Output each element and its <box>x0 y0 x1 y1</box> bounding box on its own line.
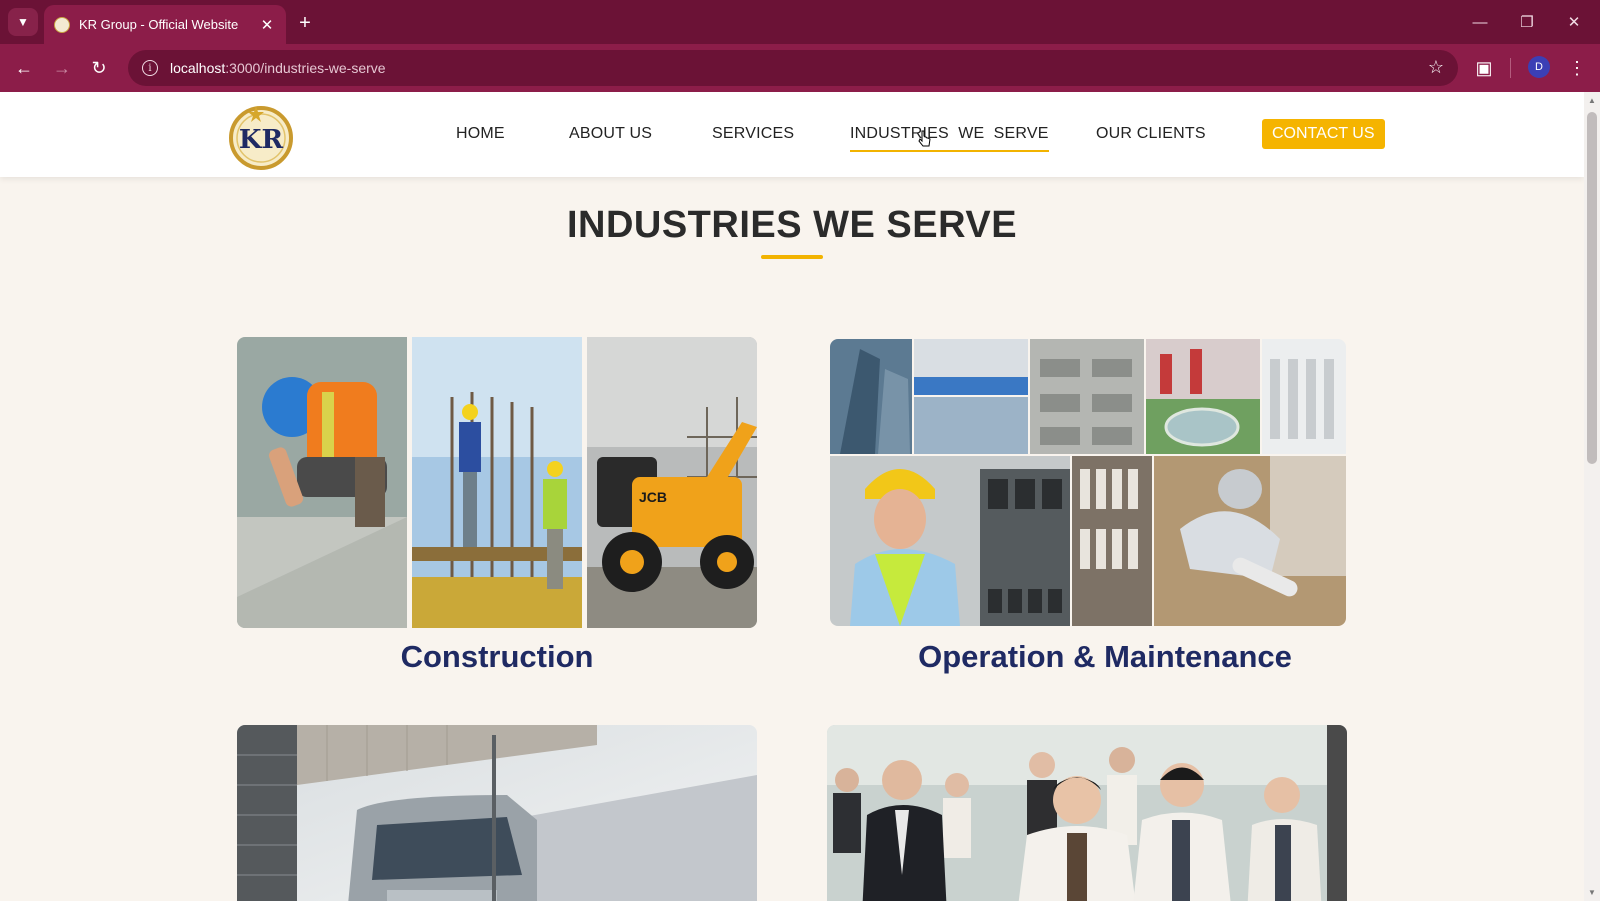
nav-about-us[interactable]: ABOUT US <box>569 125 652 143</box>
kr-logo[interactable]: KR <box>226 100 296 170</box>
nav-our-clients[interactable]: OUR CLIENTS <box>1096 125 1206 143</box>
restore-icon[interactable]: ❐ <box>1505 8 1549 36</box>
window-close-icon[interactable]: ✕ <box>1552 8 1596 36</box>
page-scrollbar[interactable]: ▲ ▼ <box>1584 92 1600 901</box>
browser-tab-bar: ▼ KR Group - Official Website ✕ + — ❐ ✕ <box>0 0 1600 44</box>
scroll-down-icon[interactable]: ▼ <box>1588 888 1596 897</box>
forward-icon[interactable]: → <box>48 54 76 82</box>
extensions-icon[interactable]: ▣ <box>1470 54 1498 82</box>
new-tab-icon[interactable]: + <box>292 10 318 36</box>
contact-us-button[interactable]: CONTACT US <box>1262 119 1385 149</box>
construction-image[interactable]: JCB <box>237 337 757 628</box>
page-viewport: KR HOME ABOUT US SERVICES INDUSTRIES WE … <box>0 92 1584 901</box>
svg-text:JCB: JCB <box>639 489 667 505</box>
nav-services[interactable]: SERVICES <box>712 125 794 143</box>
star-icon[interactable]: ☆ <box>1428 57 1444 78</box>
close-icon[interactable]: ✕ <box>258 16 276 34</box>
operation-maintenance-image[interactable] <box>830 339 1346 626</box>
browser-toolbar: ← → ↻ i localhost:3000/industries-we-ser… <box>0 44 1600 92</box>
industry-label-construction: Construction <box>400 639 594 674</box>
page-title: INDUSTRIES WE SERVE <box>566 204 1018 246</box>
minimize-icon[interactable]: — <box>1458 8 1502 36</box>
nav-industries-we-serve[interactable]: INDUSTRIES WE SERVE <box>850 125 1049 152</box>
tab-list-icon[interactable]: ▼ <box>8 8 38 36</box>
nav-home[interactable]: HOME <box>456 125 505 143</box>
reload-icon[interactable]: ↻ <box>85 54 113 82</box>
profile-avatar[interactable]: D <box>1528 56 1550 78</box>
address-bar[interactable]: i localhost:3000/industries-we-serve ☆ <box>128 50 1458 86</box>
pointer-cursor-icon <box>918 130 931 147</box>
url-text: localhost:3000/industries-we-serve <box>170 60 386 76</box>
scrollbar-thumb[interactable] <box>1587 112 1597 464</box>
back-icon[interactable]: ← <box>10 54 38 82</box>
svg-text:KR: KR <box>239 125 284 155</box>
favicon-icon <box>54 16 70 33</box>
site-header: KR HOME ABOUT US SERVICES INDUSTRIES WE … <box>0 92 1584 177</box>
industry-label-operation-maintenance: Operation & Maintenance <box>918 639 1292 674</box>
menu-icon[interactable]: ⋮ <box>1563 54 1591 82</box>
tab-title: KR Group - Official Website <box>79 17 239 32</box>
hospitality-image[interactable] <box>827 725 1347 901</box>
toolbar-divider <box>1510 58 1511 78</box>
title-underline <box>761 255 823 259</box>
logistics-image[interactable] <box>237 725 757 901</box>
browser-tab[interactable]: KR Group - Official Website ✕ <box>44 5 286 44</box>
scroll-up-icon[interactable]: ▲ <box>1588 96 1596 105</box>
info-icon[interactable]: i <box>142 60 158 76</box>
